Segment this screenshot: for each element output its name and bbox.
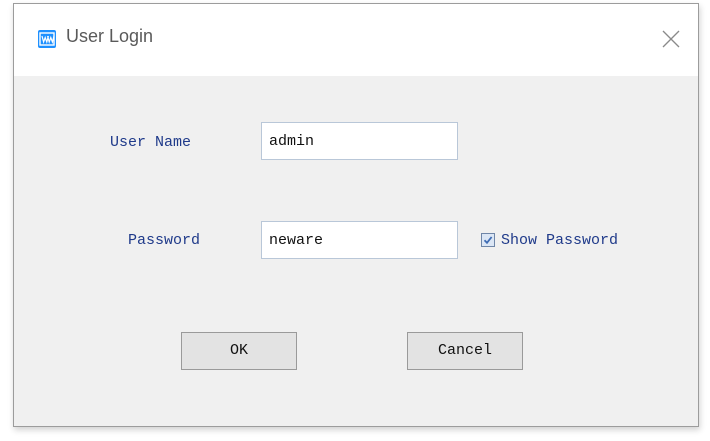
page: User Login User Name Password Show Passw…: [0, 0, 710, 441]
show-password-label: Show Password: [501, 231, 619, 249]
close-button[interactable]: [654, 22, 688, 56]
password-label: Password: [128, 232, 201, 249]
checkmark-icon: [483, 236, 493, 245]
app-logo-icon: [38, 30, 56, 48]
title-bar: User Login: [14, 4, 698, 76]
password-input[interactable]: [261, 221, 458, 259]
show-password-checkbox[interactable]: [481, 233, 495, 247]
username-label: User Name: [110, 134, 192, 151]
cancel-button[interactable]: Cancel: [407, 332, 523, 370]
window-title: User Login: [66, 26, 154, 46]
username-input[interactable]: [261, 122, 458, 160]
show-password-toggle[interactable]: Show Password: [481, 230, 618, 250]
login-dialog: User Login User Name Password Show Passw…: [13, 3, 699, 427]
close-icon: [662, 30, 680, 48]
ok-button[interactable]: OK: [181, 332, 297, 370]
